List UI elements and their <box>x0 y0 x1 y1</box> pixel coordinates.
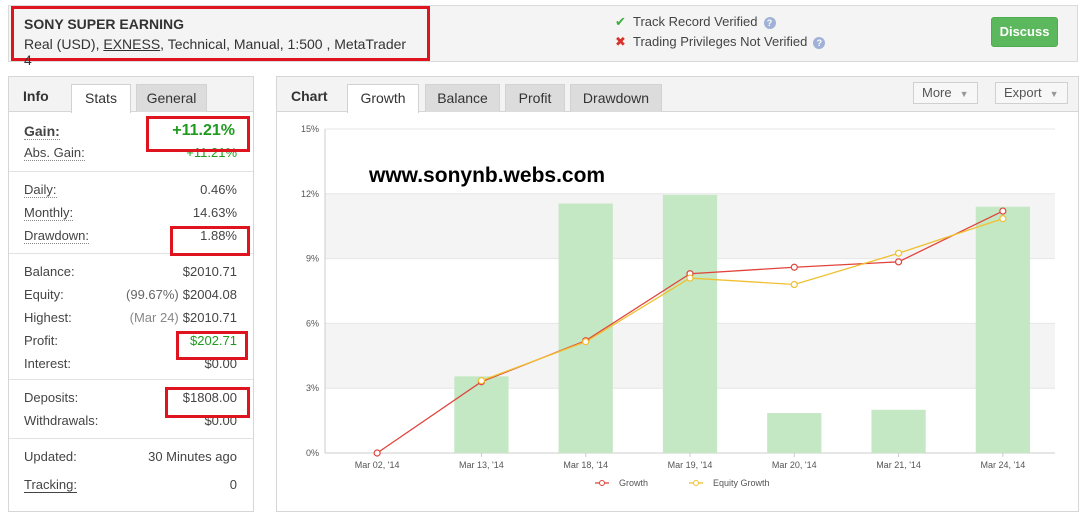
x-tick-label: Mar 20, '14 <box>772 460 817 470</box>
y-tick-label: 6% <box>306 318 319 328</box>
y-tick-label: 12% <box>301 189 319 199</box>
check-icon: ✔ <box>615 14 626 29</box>
info-title: Info <box>23 88 49 104</box>
tab-drawdown[interactable]: Drawdown <box>570 84 662 112</box>
help-icon[interactable]: ? <box>813 36 826 49</box>
data-point <box>582 338 590 346</box>
track-record-row: ✔ Track Record Verified? <box>615 12 825 32</box>
account-meta: Real (USD), EXNESS, Technical, Manual, 1… <box>24 36 407 68</box>
tab-general[interactable]: General <box>136 84 207 112</box>
legend-marker <box>599 480 605 486</box>
data-point <box>790 263 798 271</box>
tracking-row: Tracking: 0 <box>24 477 237 493</box>
bar <box>871 409 926 453</box>
data-point <box>999 215 1007 223</box>
chevron-down-icon: ▼ <box>1049 89 1059 99</box>
growth-chart: 0% 3% 6% 9% 12% 15% Mar 02, '14 Mar 13, '14 Mar … <box>301 124 1055 488</box>
chart-panel: Chart Growth Balance Profit Drawdown Mor… <box>276 76 1079 512</box>
highlight-box <box>165 387 250 418</box>
y-tick-label: 15% <box>301 124 319 134</box>
more-dropdown[interactable]: More ▼ <box>913 82 978 104</box>
highlight-box <box>146 116 250 152</box>
y-tick-label: 9% <box>306 254 319 264</box>
x-tick-label: Mar 21, '14 <box>876 460 921 470</box>
legend-label: Growth <box>619 478 648 488</box>
legend-label: Equity Growth <box>713 478 770 488</box>
highlight-box <box>170 226 250 256</box>
bar <box>662 194 718 453</box>
balance-row: Balance: $2010.71 <box>24 264 237 279</box>
data-point <box>477 377 486 385</box>
account-header: SONY SUPER EARNING Real (USD), EXNESS, T… <box>8 5 1078 68</box>
data-point <box>686 274 694 282</box>
x-tick-label: Mar 13, '14 <box>459 460 504 470</box>
data-point <box>894 249 903 257</box>
tracking-link[interactable]: Tracking: <box>24 477 77 493</box>
x-tick-label: Mar 02, '14 <box>355 460 400 470</box>
x-tick-label: Mar 18, '14 <box>563 460 608 470</box>
y-tick-label: 0% <box>306 448 319 458</box>
tab-growth[interactable]: Growth <box>347 84 419 113</box>
tab-profit[interactable]: Profit <box>505 84 565 112</box>
data-point <box>790 280 798 289</box>
chevron-down-icon: ▼ <box>959 89 969 99</box>
bar <box>767 413 822 453</box>
broker-link[interactable]: EXNESS <box>103 36 160 52</box>
export-dropdown[interactable]: Export ▼ <box>995 82 1068 104</box>
bar <box>975 206 1030 453</box>
x-tick-label: Mar 19, '14 <box>668 460 713 470</box>
tab-balance[interactable]: Balance <box>425 84 500 112</box>
discuss-button[interactable]: Discuss <box>991 17 1058 47</box>
legend-marker <box>693 480 699 486</box>
trading-privileges-row: ✖ Trading Privileges Not Verified? <box>615 32 826 52</box>
chart-title: Chart <box>291 88 328 104</box>
updated-row: Updated: 30 Minutes ago <box>24 449 237 464</box>
account-name-box: SONY SUPER EARNING Real (USD), EXNESS, T… <box>11 6 430 68</box>
x-tick-label: Mar 24, '14 <box>980 460 1025 470</box>
equity-row: Equity: (99.67%) $2004.08 <box>24 287 237 302</box>
daily-row: Daily: 0.46% <box>24 182 237 198</box>
monthly-row: Monthly: 14.63% <box>24 205 237 221</box>
y-tick-label: 3% <box>306 383 319 393</box>
highlight-box <box>176 331 248 360</box>
account-name: SONY SUPER EARNING <box>24 16 184 32</box>
tab-stats[interactable]: Stats <box>71 84 131 113</box>
info-tabbar: Info Stats General <box>9 77 253 113</box>
watermark-text: www.sonynb.webs.com <box>368 164 605 187</box>
verification-status: ✔ Track Record Verified? ✖ Trading Privile… <box>615 12 826 52</box>
data-point <box>999 207 1007 215</box>
chart-tabbar: Chart Growth Balance Profit Drawdown Mor… <box>277 77 1078 113</box>
highest-row: Highest: (Mar 24) $2010.71 <box>24 310 237 325</box>
bar <box>454 376 509 453</box>
balance-section: Balance: $2010.71 Equity: (99.67%) $2004.… <box>9 254 253 380</box>
cross-icon: ✖ <box>615 34 626 49</box>
data-point <box>373 449 381 457</box>
help-icon[interactable]: ? <box>763 16 776 29</box>
updated-section: Updated: 30 Minutes ago Tracking: 0 <box>9 439 253 496</box>
data-point <box>894 258 903 266</box>
